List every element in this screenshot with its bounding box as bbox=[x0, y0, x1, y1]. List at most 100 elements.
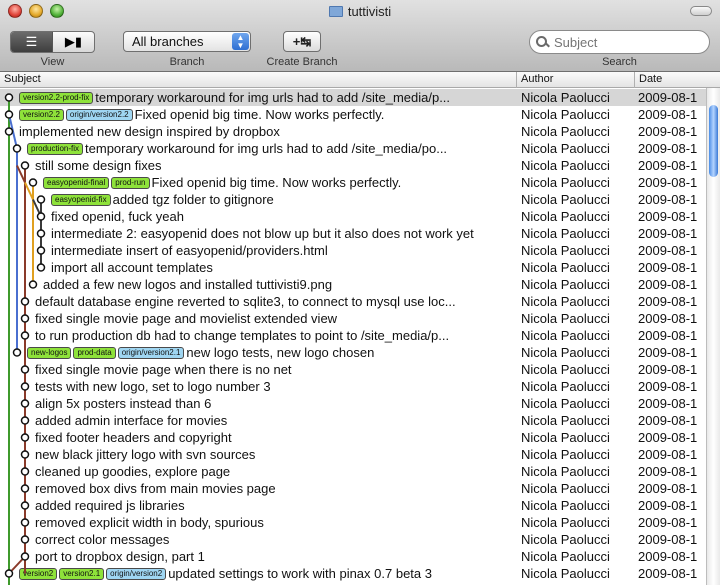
remote-branch-tag[interactable]: origin/version2 bbox=[106, 567, 167, 580]
commit-author: Nicola Paolucci bbox=[521, 379, 610, 394]
column-divider[interactable] bbox=[516, 72, 517, 88]
commit-subject: fixed single movie page and movielist ex… bbox=[35, 311, 338, 326]
branch-tag[interactable]: prod-run bbox=[111, 176, 150, 189]
commit-row[interactable]: implemented new design inspired by dropb… bbox=[0, 123, 706, 140]
commit-graph-dot bbox=[20, 382, 30, 391]
commit-author: Nicola Paolucci bbox=[521, 260, 610, 275]
commit-row[interactable]: fixed single movie page and movielist ex… bbox=[0, 310, 706, 327]
commit-author: Nicola Paolucci bbox=[521, 107, 610, 122]
commit-row[interactable]: added required js libraries Nicola Paoluc… bbox=[0, 497, 706, 514]
commit-row[interactable]: to run production db had to change templ… bbox=[0, 327, 706, 344]
commit-graph-dot bbox=[36, 229, 46, 238]
commit-author: Nicola Paolucci bbox=[521, 362, 610, 377]
commit-date: 2009-08-1 bbox=[638, 158, 698, 173]
column-divider[interactable] bbox=[634, 72, 635, 88]
commit-graph-dot bbox=[20, 297, 30, 306]
commit-graph-dot bbox=[20, 314, 30, 323]
commit-author: Nicola Paolucci bbox=[521, 345, 610, 360]
commit-subject: added a few new logos and installed tutt… bbox=[43, 277, 333, 292]
commit-author: Nicola Paolucci bbox=[521, 481, 610, 496]
commit-row[interactable]: cleaned up goodies, explore page Nicola P… bbox=[0, 463, 706, 480]
search-input[interactable] bbox=[554, 34, 694, 50]
search-icon bbox=[536, 35, 550, 49]
commit-date: 2009-08-1 bbox=[638, 107, 698, 122]
commit-author: Nicola Paolucci bbox=[521, 243, 610, 258]
commit-subject: Fixed openid big time. Now works perfect… bbox=[151, 175, 402, 190]
author-column-header[interactable]: Author bbox=[521, 73, 553, 85]
commit-row[interactable]: intermediate insert of easyopenid/provid… bbox=[0, 242, 706, 259]
commit-graph-dot bbox=[4, 569, 14, 578]
commit-row[interactable]: fixed footer headers and copyright Nicola… bbox=[0, 429, 706, 446]
commit-row[interactable]: version2 version2.1 origin/version2 updated… bbox=[0, 565, 706, 582]
branch-select[interactable]: All branches ▲ ▼ bbox=[123, 31, 251, 52]
commit-row[interactable]: fixed openid, fuck yeah Nicola Paolucci 20… bbox=[0, 208, 706, 225]
commit-graph-dot bbox=[20, 399, 30, 408]
commit-date: 2009-08-1 bbox=[638, 141, 698, 156]
commit-row[interactable]: easyopenid-fix added tgz folder to gitign… bbox=[0, 191, 706, 208]
commit-graph-dot bbox=[36, 195, 46, 204]
commit-author: Nicola Paolucci bbox=[521, 90, 610, 105]
commit-date: 2009-08-1 bbox=[638, 515, 698, 530]
commit-subject-cell: version2 version2.1 origin/version2 updated… bbox=[19, 566, 432, 581]
subject-column-header[interactable]: Subject bbox=[4, 73, 41, 85]
commit-subject: added tgz folder to gitignore bbox=[112, 192, 274, 207]
search-field[interactable] bbox=[529, 30, 710, 54]
commit-author: Nicola Paolucci bbox=[521, 566, 610, 581]
commit-date: 2009-08-1 bbox=[638, 209, 698, 224]
commit-row[interactable]: added admin interface for movies Nicola P… bbox=[0, 412, 706, 429]
commit-row[interactable]: removed box divs from main movies page Ni… bbox=[0, 480, 706, 497]
branch-label: Branch bbox=[169, 56, 205, 68]
view-segmented-control[interactable]: ☰ ▶▮ bbox=[10, 31, 95, 53]
commit-date: 2009-08-1 bbox=[638, 226, 698, 241]
commit-subject: intermediate 2: easyopenid does not blow… bbox=[51, 226, 474, 241]
commit-row[interactable]: version2.2 origin/version2.2 Fixed openid … bbox=[0, 106, 706, 123]
commit-date: 2009-08-1 bbox=[638, 311, 698, 326]
commit-graph-dot bbox=[20, 518, 30, 527]
commit-row[interactable]: still some design fixes Nicola Paolucci 20… bbox=[0, 157, 706, 174]
commit-row[interactable]: new black jittery logo with svn sources N… bbox=[0, 446, 706, 463]
commit-graph-dot bbox=[20, 484, 30, 493]
commit-subject-cell: easyopenid-final prod-run Fixed openid big… bbox=[43, 175, 401, 190]
commit-subject-cell: version2.2-prod-fix temporary workaround … bbox=[19, 90, 450, 105]
commit-subject: temporary workaround for img urls had to… bbox=[85, 141, 448, 156]
vertical-scrollbar[interactable] bbox=[706, 88, 720, 585]
commit-row[interactable]: default database engine reverted to sqli… bbox=[0, 293, 706, 310]
commit-row[interactable]: align 5x posters instead than 6 Nicola Pa… bbox=[0, 395, 706, 412]
commit-row[interactable]: easyopenid-final prod-run Fixed openid big… bbox=[0, 174, 706, 191]
commit-graph-dot bbox=[20, 467, 30, 476]
commit-author: Nicola Paolucci bbox=[521, 209, 610, 224]
commit-date: 2009-08-1 bbox=[638, 124, 698, 139]
commit-subject: temporary workaround for img urls had to… bbox=[95, 90, 451, 105]
commit-row[interactable]: import all account templates Nicola Paolu… bbox=[0, 259, 706, 276]
commit-date: 2009-08-1 bbox=[638, 345, 698, 360]
window-title: tuttivisti bbox=[0, 4, 720, 19]
commit-row[interactable]: new-logos prod-data origin/version2.1 new l… bbox=[0, 344, 706, 361]
commit-subject-cell: fixed single movie page and movielist ex… bbox=[35, 311, 337, 326]
commit-author: Nicola Paolucci bbox=[521, 515, 610, 530]
commit-graph-dot bbox=[20, 501, 30, 510]
commit-row[interactable]: correct color messages Nicola Paolucci 200… bbox=[0, 531, 706, 548]
history-view-button[interactable]: ☰ bbox=[11, 32, 53, 52]
commit-date: 2009-08-1 bbox=[638, 464, 698, 479]
commit-row[interactable]: production-fix temporary workaround for i… bbox=[0, 140, 706, 157]
create-branch-button[interactable]: +↹ bbox=[283, 31, 321, 52]
commit-author: Nicola Paolucci bbox=[521, 158, 610, 173]
commit-author: Nicola Paolucci bbox=[521, 124, 610, 139]
commit-date: 2009-08-1 bbox=[638, 192, 698, 207]
remote-branch-tag[interactable]: origin/version2.1 bbox=[117, 346, 185, 359]
commit-row[interactable]: intermediate 2: easyopenid does not blow… bbox=[0, 225, 706, 242]
commit-row[interactable]: added a few new logos and installed tutt… bbox=[0, 276, 706, 293]
history-list-icon: ☰ bbox=[25, 34, 38, 49]
commit-row[interactable]: version2.2-prod-fix temporary workaround … bbox=[0, 89, 706, 106]
commit-row[interactable]: port to dropbox design, part 1 Nicola Pao… bbox=[0, 548, 706, 565]
scrollbar-thumb[interactable] bbox=[709, 105, 718, 177]
commit-row[interactable]: fixed single movie page when there is no… bbox=[0, 361, 706, 378]
commit-row[interactable]: removed explicit width in body, spurious… bbox=[0, 514, 706, 531]
commit-row[interactable]: tests with new logo, set to logo number … bbox=[0, 378, 706, 395]
commit-view-button[interactable]: ▶▮ bbox=[53, 32, 94, 52]
date-column-header[interactable]: Date bbox=[639, 73, 662, 85]
commit-date: 2009-08-1 bbox=[638, 260, 698, 275]
commit-list[interactable]: version2.2-prod-fix temporary workaround … bbox=[0, 89, 706, 585]
commit-graph-dot bbox=[20, 365, 30, 374]
commit-date: 2009-08-1 bbox=[638, 430, 698, 445]
